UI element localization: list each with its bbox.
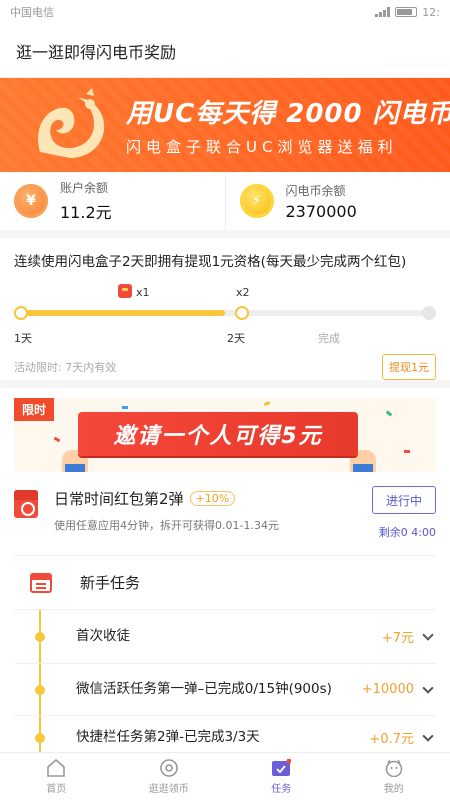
banner-text: 用UC每天得 2000 闪电币 闪电盒子联合UC浏览器送福利 [126,93,450,157]
home-icon [46,758,66,777]
task-row[interactable]: 微信活跃任务第一弹–已完成0/15钟(900s) +10000 [14,664,436,716]
calendar-icon [30,572,52,593]
daily-red-packet-task[interactable]: 日常时间红包第2弹 +10% 使用任意应用4分钟，拆开可获得0.01-1.34元… [14,472,436,556]
page-title: 逛一逛即得闪电币奖励 [16,42,177,62]
newbie-tasks-title: 新手任务 [80,574,141,592]
milestone-label-day1: 1天 [14,332,32,345]
confetti-decoration [404,450,410,453]
bottom-tab-bar: 首页 逛逛领币 任务 我的 [0,752,450,800]
invite-headline: 邀请一个人可得5元 [78,412,358,456]
task-name: 微信活跃任务第一弹–已完成0/15钟(900s) [76,681,332,697]
tab-tasks[interactable]: 任务 [225,753,338,800]
tab-home[interactable]: 首页 [0,753,113,800]
clock-label: 12: [422,5,440,19]
confetti-decoration [122,406,128,409]
task-row[interactable]: 首次收徒 +7元 [14,610,436,664]
milestone-dot-day1 [14,306,28,320]
bonus-badge: +10% [189,491,236,506]
task-reward: +0.7元 [369,732,414,747]
account-balance-value: 11.2元 [60,203,112,222]
newbie-tasks-header: 新手任务 [14,556,436,610]
signal-icon [375,7,391,17]
account-balance-label: 账户余额 [60,181,109,195]
eye-icon [159,758,179,777]
flash-balance-label: 闪电币余额 [285,183,346,198]
banner-headline: 用UC每天得 2000 闪电币 [126,99,450,129]
status-indicators: 12: [375,6,440,19]
withdraw-button[interactable]: 提现1元 [382,354,436,380]
streak-progress-section: 连续使用闪电盒子2天即拥有提现1元资格(每天最少完成两个红包) x1 x2 1天… [0,238,450,388]
tab-browse[interactable]: 逛逛领币 [113,753,226,800]
chevron-down-icon[interactable] [422,681,434,694]
task-icon [271,758,292,777]
red-packet-title: 日常时间红包第2弹 [54,490,184,508]
red-packet-title-row: 日常时间红包第2弹 +10% [54,488,279,509]
chevron-down-icon[interactable] [422,729,434,742]
carrier-label: 中国电信 [10,6,54,19]
flash-coin-balance[interactable]: ⚡ 闪电币余额 2370000 [224,172,450,230]
progress-fill [20,310,225,316]
task-reward: +10000 [361,682,414,697]
uc-promo-banner[interactable]: 用UC每天得 2000 闪电币 闪电盒子联合UC浏览器送福利 [0,78,450,172]
timeline-dot [35,732,45,743]
yuan-coin-icon: ¥ [14,184,48,218]
day2-reward-multiplier: x2 [236,286,250,299]
milestone-label-day2: 2天 [227,332,245,345]
in-progress-button[interactable]: 进行中 [372,486,436,514]
tab-profile-label: 我的 [383,783,404,795]
status-bar: 中国电信 12: [0,0,450,24]
battery-icon [395,7,418,17]
red-packet-clock-icon [14,490,38,518]
uc-squirrel-logo-icon [30,88,112,162]
timeline-dot [35,684,45,695]
tab-profile[interactable]: 我的 [338,753,450,800]
confetti-decoration [53,436,61,443]
profile-icon [384,759,404,777]
invite-banner[interactable]: 限时 邀请一个人可得5元 [14,398,436,472]
remaining-time: 剩余0 4:00 [378,526,436,539]
task-reward: +7元 [381,631,414,646]
confetti-decoration [385,410,393,417]
confetti-decoration [263,401,271,406]
streak-footer: 活动限时: 7天内有效 提现1元 [14,354,436,380]
task-name: 首次收徒 [76,628,130,644]
tab-tasks-label: 任务 [271,783,292,795]
red-envelope-icon [118,284,132,298]
milestone-dot-day2 [235,306,249,320]
limited-time-tag: 限时 [14,398,55,421]
streak-track: x1 x2 1天 2天 完成 [14,284,436,345]
flash-balance-value: 2370000 [285,201,357,221]
milestone-label-done: 完成 [318,332,340,345]
tab-home-label: 首页 [46,783,67,795]
newbie-task-list: 首次收徒 +7元 微信活跃任务第一弹–已完成0/15钟(900s) +10000… [14,610,436,760]
mid-reward-multiplier: x1 [136,286,150,299]
streak-title: 连续使用闪电盒子2天即拥有提现1元资格(每天最少完成两个红包) [14,254,407,270]
lightning-coin-icon: ⚡ [239,184,274,218]
activity-limit-text: 活动限时: 7天内有效 [14,361,117,374]
balances-row: ¥ 账户余额 11.2元 ⚡ 闪电币余额 2370000 [0,172,450,238]
task-name: 快捷栏任务第2弹-已完成3/3天 [76,729,260,745]
page-header: 逛一逛即得闪电币奖励 [0,24,450,78]
banner-subline: 闪电盒子联合UC浏览器送福利 [126,138,398,156]
milestone-dot-done [422,306,436,320]
red-packet-description: 使用任意应用4分钟，拆开可获得0.01-1.34元 [54,519,279,532]
timeline-dot [35,631,45,642]
tab-browse-label: 逛逛领币 [148,783,189,795]
chevron-down-icon[interactable] [422,628,434,641]
account-balance[interactable]: ¥ 账户余额 11.2元 [0,172,225,230]
